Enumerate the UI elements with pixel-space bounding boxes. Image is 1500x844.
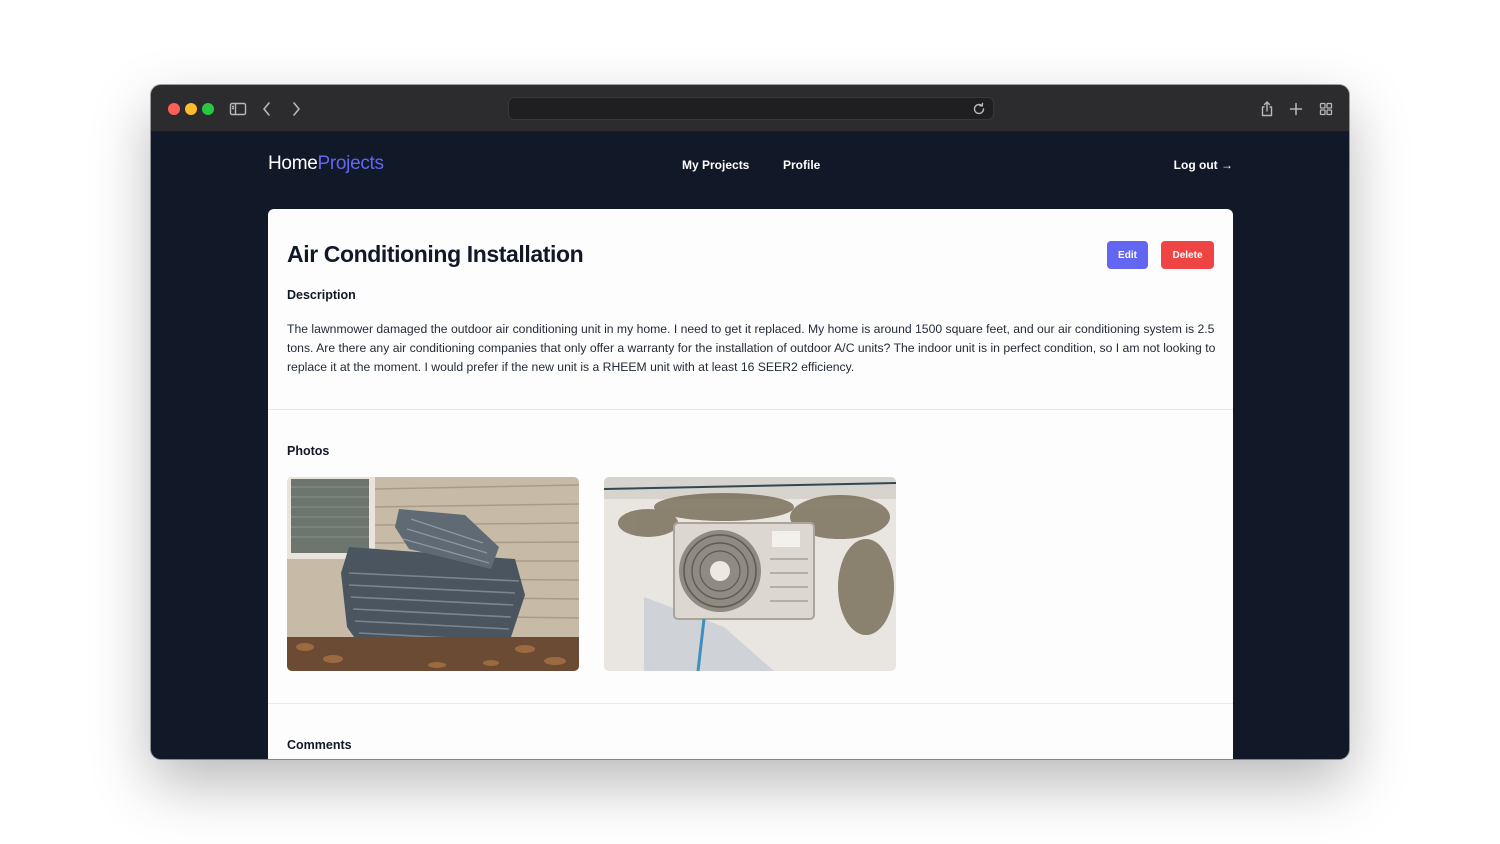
logout-link[interactable]: Log out → — [1174, 158, 1233, 172]
description-text: The lawnmower damaged the outdoor air co… — [287, 322, 1216, 374]
nav-profile[interactable]: Profile — [783, 158, 820, 172]
share-icon[interactable] — [1257, 99, 1277, 119]
forward-icon[interactable] — [286, 99, 306, 119]
edit-button[interactable]: Edit — [1107, 241, 1148, 269]
delete-button[interactable]: Delete — [1161, 241, 1214, 269]
photo-damaged-outdoor-unit[interactable] — [287, 477, 579, 671]
zoom-window-button[interactable] — [202, 103, 214, 115]
brand-projects-text: Projects — [317, 153, 384, 174]
section-divider — [268, 703, 1233, 704]
sidebar-toggle-icon[interactable] — [228, 99, 248, 119]
back-icon[interactable] — [257, 99, 277, 119]
photo-wall-mounted-unit[interactable] — [604, 477, 896, 671]
browser-window: HomeProjects My Projects Profile Log out… — [151, 85, 1349, 759]
reload-icon[interactable] — [971, 101, 987, 117]
minimize-window-button[interactable] — [185, 103, 197, 115]
browser-toolbar — [151, 85, 1349, 132]
tab-overview-icon[interactable] — [1316, 99, 1336, 119]
comments-heading: Comments — [287, 738, 352, 752]
project-title: Air Conditioning Installation — [287, 241, 584, 267]
brand-home-text: Home — [268, 153, 318, 174]
page-viewport: HomeProjects My Projects Profile Log out… — [151, 132, 1349, 759]
brand-logo[interactable]: HomeProjects — [268, 153, 384, 175]
description-heading: Description — [287, 288, 356, 302]
project-card: Air Conditioning Installation Edit Delet… — [268, 209, 1233, 759]
address-bar[interactable] — [508, 97, 994, 120]
new-tab-icon[interactable] — [1286, 99, 1306, 119]
photos-heading: Photos — [287, 444, 330, 458]
nav-my-projects[interactable]: My Projects — [682, 158, 749, 172]
section-divider — [268, 409, 1233, 410]
close-window-button[interactable] — [168, 103, 180, 115]
